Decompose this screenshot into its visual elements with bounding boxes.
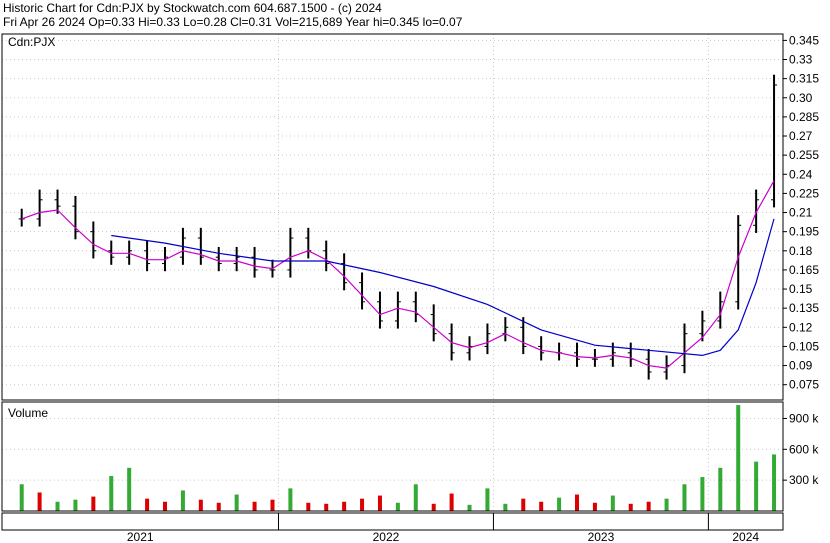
volume-bar xyxy=(360,498,365,511)
price-tick-label: 0.21 xyxy=(789,206,813,220)
volume-bar xyxy=(37,492,42,511)
price-tick-label: 0.12 xyxy=(789,320,813,334)
volume-tick-label: 900 k xyxy=(789,411,819,425)
grid xyxy=(2,34,783,530)
short-moving-average-line xyxy=(21,180,775,369)
volume-bar xyxy=(377,495,382,511)
volume-bar xyxy=(682,484,687,511)
volume-bar xyxy=(180,490,185,511)
volume-panel-title: Volume xyxy=(8,406,48,420)
volume-bar xyxy=(306,502,311,511)
volume-bar xyxy=(592,502,597,511)
volume-bar xyxy=(234,494,239,511)
volume-bars xyxy=(19,405,777,511)
volume-axis-ticks: 900 k 600 k 300 k xyxy=(783,411,819,487)
volume-bar xyxy=(252,501,257,511)
volume-bar xyxy=(736,405,741,511)
volume-bar xyxy=(503,503,508,511)
volume-bar xyxy=(395,502,400,511)
year-label: 2023 xyxy=(588,530,615,543)
price-tick-label: 0.33 xyxy=(789,53,813,67)
volume-bar xyxy=(718,467,723,511)
price-tick-label: 0.255 xyxy=(789,148,819,162)
stock-chart: Historic Chart for Cdn:PJX by Stockwatch… xyxy=(1,1,819,543)
volume-bar xyxy=(216,502,221,511)
volume-bar xyxy=(664,498,669,511)
price-bars xyxy=(18,74,778,380)
panel-frames xyxy=(1,33,784,531)
price-tick-label: 0.075 xyxy=(789,378,819,392)
volume-bar xyxy=(127,467,132,511)
year-label: 2024 xyxy=(732,530,759,543)
volume-bar xyxy=(646,501,651,511)
price-tick-label: 0.30 xyxy=(789,91,813,105)
volume-bar xyxy=(557,497,562,511)
volume-bar xyxy=(754,461,759,511)
volume-bar xyxy=(539,501,544,511)
price-tick-label: 0.135 xyxy=(789,301,819,315)
volume-bar xyxy=(109,476,114,511)
volume-bar xyxy=(431,503,436,511)
price-tick-label: 0.195 xyxy=(789,225,819,239)
volume-bar xyxy=(485,488,490,511)
price-tick-label: 0.15 xyxy=(789,282,813,296)
price-tick-label: 0.165 xyxy=(789,263,819,277)
volume-bar xyxy=(163,501,168,511)
volume-bar xyxy=(521,498,526,511)
volume-bar xyxy=(413,484,418,511)
year-label: 2021 xyxy=(127,530,154,543)
volume-bar xyxy=(73,499,78,511)
volume-bar xyxy=(145,498,150,511)
volume-bar xyxy=(467,504,472,511)
price-panel-title: Cdn:PJX xyxy=(8,35,55,49)
volume-bar xyxy=(772,454,777,511)
year-axis-labels: 2021 2022 2023 2024 xyxy=(127,513,759,543)
volume-bar xyxy=(55,501,60,511)
chart-header-line1: Historic Chart for Cdn:PJX by Stockwatch… xyxy=(3,1,382,15)
year-label: 2022 xyxy=(373,530,400,543)
volume-bar xyxy=(270,499,275,511)
price-tick-label: 0.27 xyxy=(789,129,813,143)
volume-bar xyxy=(610,495,615,511)
price-tick-label: 0.24 xyxy=(789,167,813,181)
volume-bar xyxy=(449,493,454,511)
volume-bar xyxy=(324,503,329,511)
price-tick-label: 0.345 xyxy=(789,33,819,47)
price-tick-label: 0.285 xyxy=(789,110,819,124)
volume-tick-label: 300 k xyxy=(789,473,819,487)
volume-bar xyxy=(91,496,96,511)
moving-average-lines xyxy=(21,180,775,369)
price-tick-label: 0.18 xyxy=(789,244,813,258)
date-axis-frame xyxy=(1,512,784,531)
volume-bar xyxy=(19,484,24,511)
price-tick-label: 0.315 xyxy=(789,72,819,86)
volume-tick-label: 600 k xyxy=(789,442,819,456)
price-tick-label: 0.09 xyxy=(789,359,813,373)
volume-bar xyxy=(342,501,347,511)
price-tick-label: 0.225 xyxy=(789,186,819,200)
price-tick-label: 0.105 xyxy=(789,339,819,353)
price-axis-ticks: 0.345 0.33 0.315 0.30 0.285 0.27 0.255 0.24 0.22… xyxy=(783,33,819,392)
price-panel-frame xyxy=(1,33,784,401)
volume-panel-frame xyxy=(1,401,784,512)
volume-bar xyxy=(575,494,580,511)
volume-bar xyxy=(700,477,705,511)
volume-bar xyxy=(198,499,203,511)
volume-bar xyxy=(288,488,293,511)
volume-bar xyxy=(628,503,633,511)
chart-header-line2: Fri Apr 26 2024 Op=0.33 Hi=0.33 Lo=0.28 … xyxy=(3,15,463,29)
